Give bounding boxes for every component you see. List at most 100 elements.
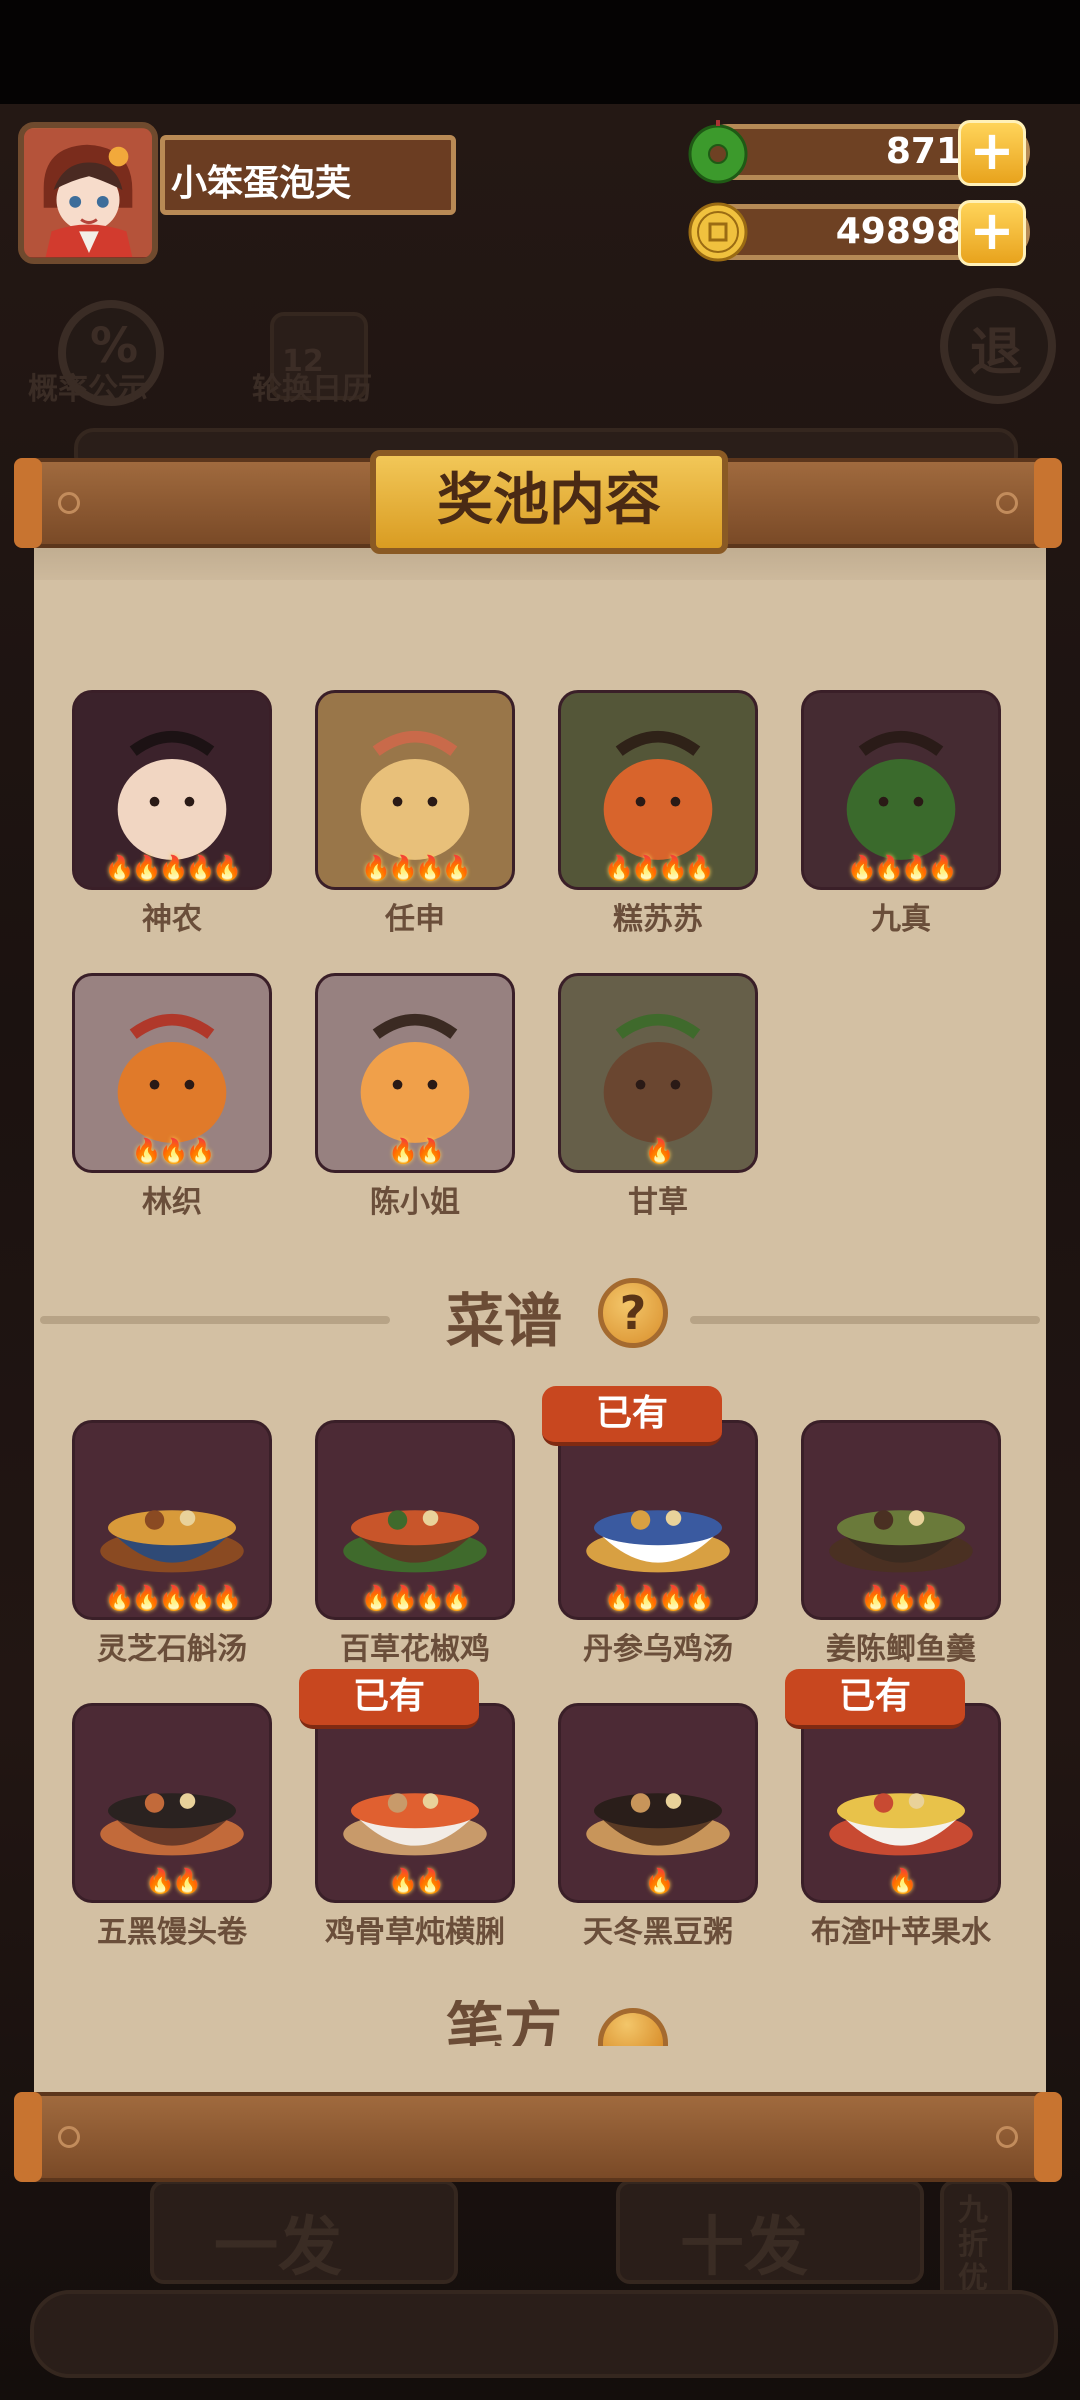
recipe-name: 灵芝石斛汤 (97, 1632, 247, 1667)
bottom-bar (30, 2290, 1058, 2378)
character-card[interactable]: 🔥🔥 陈小姐 (315, 973, 515, 1221)
rarity-flame-icon: 🔥 (914, 1584, 944, 1612)
rarity-flames: 🔥🔥 (75, 1868, 269, 1894)
section-divider-right (690, 1316, 1040, 1324)
character-name: 甘草 (628, 1185, 688, 1220)
recipe-card[interactable]: 🔥🔥🔥🔥🔥 灵芝石斛汤 (72, 1420, 272, 1668)
rarity-flames: 🔥 (804, 1868, 998, 1894)
avatar-portrait (24, 129, 152, 257)
rarity-flame-icon: 🔥 (415, 1584, 445, 1612)
recipe-card[interactable]: 🔥🔥🔥🔥 丹参乌鸡汤 (558, 1420, 758, 1668)
rarity-flame-icon: 🔥 (172, 1867, 202, 1895)
rod-bolt-left (58, 492, 80, 514)
character-name: 陈小姐 (370, 1185, 460, 1220)
rarity-flame-icon: 🔥 (847, 854, 877, 882)
character-card[interactable]: 🔥🔥🔥🔥 糕苏苏 (558, 690, 758, 938)
character-card[interactable]: 🔥🔥🔥🔥🔥 神农 (72, 690, 272, 938)
recipe-card[interactable]: 🔥 天冬黑豆粥 (558, 1703, 758, 1951)
character-card[interactable]: 🔥🔥🔥 林织 (72, 973, 272, 1221)
recipe-card[interactable]: 🔥🔥 鸡骨草炖横脷 (315, 1703, 515, 1951)
rarity-flame-icon: 🔥 (185, 1137, 215, 1165)
add-coin-button[interactable]: + (958, 200, 1026, 266)
recipe-card[interactable]: 🔥🔥🔥 姜陈鲫鱼羹 (801, 1420, 1001, 1668)
draw-ten-button[interactable]: 十发 (616, 2180, 924, 2285)
rarity-flame-icon: 🔥 (887, 1867, 918, 1895)
rarity-flame-icon: 🔥 (131, 1137, 162, 1165)
recipe-card[interactable]: 🔥🔥🔥🔥 百草花椒鸡 (315, 1420, 515, 1668)
owned-badge: 已有 (785, 1669, 965, 1729)
character-tile[interactable]: 🔥🔥🔥🔥 (801, 690, 1001, 890)
character-name: 糕苏苏 (613, 902, 703, 937)
rod-bolt-right (996, 492, 1018, 514)
rarity-flames: 🔥🔥🔥 (804, 1585, 998, 1611)
add-jade-button[interactable]: + (958, 120, 1026, 186)
recipe-name: 五黑馒头卷 (97, 1915, 247, 1950)
rarity-flame-icon: 🔥 (644, 1867, 675, 1895)
character-tile[interactable]: 🔥🔥 (315, 973, 515, 1173)
character-card[interactable]: 🔥🔥🔥🔥 九真 (801, 690, 1001, 938)
rarity-flame-icon: 🔥 (185, 854, 215, 882)
rod-cap-left (14, 458, 42, 548)
draw-one-button[interactable]: 一发 (150, 2180, 458, 2285)
recipe-tile[interactable]: 🔥🔥 (315, 1703, 515, 1903)
character-card[interactable]: 🔥 甘草 (558, 973, 758, 1221)
rarity-flame-icon: 🔥 (212, 1584, 242, 1612)
rarity-flames: 🔥 (561, 1138, 755, 1164)
recipe-tile[interactable]: 🔥🔥🔥 (801, 1420, 1001, 1620)
rarity-flame-icon: 🔥 (158, 854, 189, 882)
rarity-flame-icon: 🔥 (185, 1584, 215, 1612)
rarity-flame-icon: 🔥 (131, 854, 162, 882)
status-bar-area (0, 0, 1080, 104)
recipe-tile[interactable]: 🔥 (558, 1703, 758, 1903)
recipe-name: 百草花椒鸡 (340, 1632, 490, 1667)
exit-glyph: 退 (970, 323, 1023, 383)
character-name: 任申 (385, 902, 445, 937)
rarity-flame-icon: 🔥 (361, 1584, 391, 1612)
character-card[interactable]: 🔥🔥🔥🔥 任申 (315, 690, 515, 938)
probability-label: 概率公示 (28, 372, 148, 407)
rarity-flame-icon: 🔥 (388, 1867, 418, 1895)
rarity-flame-icon: 🔥 (927, 854, 958, 882)
character-name: 九真 (871, 902, 931, 937)
player-avatar[interactable] (18, 122, 158, 264)
draw-one-label: 一发 (214, 2211, 342, 2285)
recipes-help-icon[interactable]: ? (598, 1278, 668, 1348)
rarity-flame-icon: 🔥 (145, 1867, 175, 1895)
rarity-flame-icon: 🔥 (104, 1584, 135, 1612)
exit-button[interactable]: 退 (940, 288, 1056, 404)
character-tile[interactable]: 🔥🔥🔥🔥 (315, 690, 515, 890)
rarity-flames: 🔥🔥 (318, 1138, 512, 1164)
rarity-flames: 🔥🔥🔥🔥 (561, 855, 755, 881)
character-tile[interactable]: 🔥🔥🔥🔥 (558, 690, 758, 890)
rarity-flame-icon: 🔥 (388, 1584, 418, 1612)
character-tile[interactable]: 🔥 (558, 973, 758, 1173)
recipe-tile[interactable]: 🔥 (801, 1703, 1001, 1903)
rarity-flames: 🔥🔥🔥🔥 (804, 855, 998, 881)
rarity-flames: 🔥🔥🔥🔥🔥 (75, 855, 269, 881)
recipe-name: 鸡骨草炖横脷 (325, 1915, 505, 1950)
recipes-section-title: 菜谱 (446, 1287, 563, 1355)
recipe-card[interactable]: 🔥 布渣叶苹果水 (801, 1703, 1001, 1951)
rarity-flame-icon: 🔥 (631, 854, 661, 882)
character-tile[interactable]: 🔥🔥🔥 (72, 973, 272, 1173)
recipe-name: 姜陈鲫鱼羹 (826, 1632, 976, 1667)
character-name: 神农 (142, 902, 202, 937)
rarity-flame-icon: 🔥 (104, 854, 135, 882)
coin-icon (688, 202, 748, 262)
rarity-flame-icon: 🔥 (158, 1137, 189, 1165)
recipe-tile[interactable]: 🔥🔥🔥🔥 (315, 1420, 515, 1620)
jade-amount: 871 (885, 131, 961, 172)
coin-amount: 49898 (835, 211, 961, 252)
rarity-flame-icon: 🔥 (415, 854, 445, 882)
rarity-flame-icon: 🔥 (658, 1584, 688, 1612)
next-section-title-text: 笔方 (446, 2000, 563, 2046)
rod-cap-right (1034, 458, 1062, 548)
character-tile[interactable]: 🔥🔥🔥🔥🔥 (72, 690, 272, 890)
recipe-tile[interactable]: 🔥🔥 (72, 1703, 272, 1903)
recipe-tile[interactable]: 🔥🔥🔥🔥🔥 (72, 1420, 272, 1620)
rarity-flames: 🔥🔥 (318, 1868, 512, 1894)
rod-bolt-right (996, 2126, 1018, 2148)
rarity-flame-icon: 🔥 (874, 854, 904, 882)
recipe-card[interactable]: 🔥🔥 五黑馒头卷 (72, 1703, 272, 1951)
recipe-tile[interactable]: 🔥🔥🔥🔥 (558, 1420, 758, 1620)
